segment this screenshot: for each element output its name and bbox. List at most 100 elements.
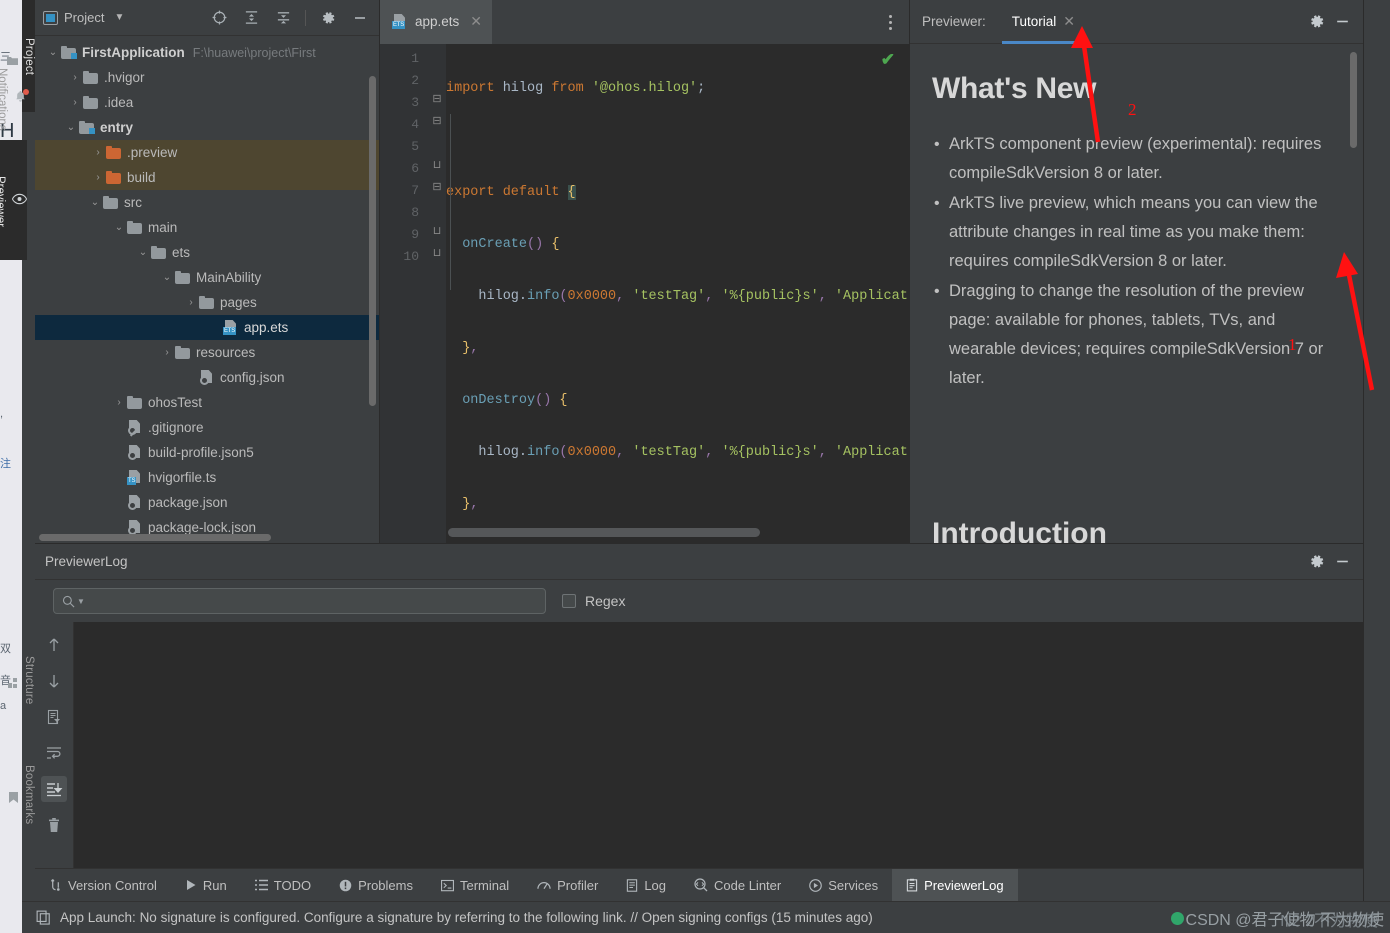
editor-tab-label: app.ets: [415, 14, 460, 29]
chevron-right-icon[interactable]: ›: [67, 72, 83, 83]
fold-marker-end-icon[interactable]: ⊔: [428, 154, 446, 176]
down-arrow-icon[interactable]: [41, 668, 67, 694]
code-folding-gutter[interactable]: ⊟ ⊟ ⊔ ⊟ ⊔ ⊔: [428, 44, 446, 543]
tree-node-ets[interactable]: ⌄ ets: [35, 240, 379, 265]
tab-profiler[interactable]: Profiler: [523, 869, 612, 902]
chevron-down-icon[interactable]: ⌄: [63, 122, 79, 133]
fold-placeholder: [428, 66, 446, 88]
tree-node-label: main: [148, 220, 178, 235]
tab-label: Version Control: [68, 877, 157, 893]
chevron-right-icon[interactable]: ›: [90, 172, 106, 183]
select-opened-file-icon[interactable]: [206, 5, 232, 31]
close-icon[interactable]: ✕: [470, 13, 482, 30]
line-number: 6: [411, 161, 419, 176]
project-tree-horizontal-scrollbar[interactable]: [39, 534, 271, 541]
tree-node-package-json[interactable]: package.json: [35, 490, 379, 515]
tab-version-control[interactable]: Version Control: [35, 869, 171, 902]
chevron-right-icon[interactable]: ›: [67, 97, 83, 108]
fold-marker-end-icon[interactable]: ⊔: [428, 242, 446, 264]
fold-marker-expanded-icon[interactable]: ⊟: [428, 110, 446, 132]
inspection-ok-check-icon[interactable]: ✔: [881, 50, 895, 70]
sidebar-item-bookmarks[interactable]: Bookmarks: [9, 740, 35, 850]
tree-node-hvigorfile-ts[interactable]: TS hvigorfile.ts: [35, 465, 379, 490]
tab-todo[interactable]: TODO: [241, 869, 325, 902]
tree-node-pages[interactable]: › pages: [35, 290, 379, 315]
search-input-wrapper[interactable]: ▼: [53, 588, 546, 614]
search-dropdown-icon[interactable]: ▼: [77, 597, 85, 606]
minimize-icon[interactable]: [347, 5, 373, 31]
minimize-icon[interactable]: [1329, 9, 1355, 35]
sidebar-item-previewer[interactable]: Previewer: [0, 140, 28, 260]
regex-checkbox[interactable]: [562, 594, 576, 608]
tutorial-content[interactable]: What's New ArkTS component preview (expe…: [910, 44, 1363, 543]
tab-tutorial[interactable]: Tutorial ✕: [1001, 0, 1086, 44]
gear-icon[interactable]: [315, 5, 341, 31]
tree-node-idea[interactable]: › .idea: [35, 90, 379, 115]
tree-node-firstapplication[interactable]: ⌄ FirstApplication F:\huawei\project\Fir…: [35, 40, 379, 65]
chevron-down-icon[interactable]: ⌄: [45, 47, 61, 58]
tree-node-build-profile[interactable]: build-profile.json5: [35, 440, 379, 465]
minimize-icon[interactable]: [1329, 549, 1355, 575]
tree-node-gitignore[interactable]: .gitignore: [35, 415, 379, 440]
collapse-all-icon[interactable]: [270, 5, 296, 31]
editor-tab-app-ets[interactable]: ETS app.ets ✕: [380, 0, 493, 44]
trash-icon[interactable]: [41, 812, 67, 838]
more-options-icon[interactable]: [881, 12, 899, 32]
search-input[interactable]: [89, 593, 537, 609]
tree-node-src[interactable]: ⌄ src: [35, 190, 379, 215]
chevron-right-icon[interactable]: ›: [183, 297, 199, 308]
tree-node-app-ets[interactable]: ETS app.ets: [35, 315, 379, 340]
expand-all-icon[interactable]: [238, 5, 264, 31]
log-output-area[interactable]: [73, 622, 1363, 868]
chevron-right-icon[interactable]: ›: [111, 397, 127, 408]
tab-run[interactable]: Run: [171, 869, 241, 902]
tree-node-preview[interactable]: › .preview: [35, 140, 379, 165]
chevron-down-icon[interactable]: ▼: [114, 12, 124, 23]
tree-node-label: resources: [196, 345, 256, 360]
print-filter-icon[interactable]: [41, 704, 67, 730]
tree-node-ohostest[interactable]: › ohosTest: [35, 390, 379, 415]
tab-services[interactable]: Services: [795, 869, 892, 902]
project-panel-title: Project: [64, 10, 105, 25]
tutorial-vertical-scrollbar[interactable]: [1350, 52, 1357, 148]
tree-node-resources[interactable]: › resources: [35, 340, 379, 365]
tab-code-linter[interactable]: Code Linter: [680, 869, 795, 902]
copy-icon[interactable]: [36, 910, 51, 925]
line-number: 10: [403, 249, 419, 264]
tree-node-build[interactable]: › build: [35, 165, 379, 190]
project-tree-vertical-scrollbar[interactable]: [369, 76, 376, 406]
chevron-down-icon[interactable]: ⌄: [135, 247, 151, 258]
tab-log[interactable]: Log: [612, 869, 680, 902]
fold-marker-end-icon[interactable]: ⊔: [428, 220, 446, 242]
gear-icon[interactable]: [1303, 9, 1329, 35]
regex-checkbox-row[interactable]: Regex: [562, 593, 625, 609]
code-text[interactable]: import hilog from '@ohos.hilog'; export …: [446, 48, 909, 543]
services-icon: [809, 878, 823, 892]
code-editor[interactable]: 1 2 3 4 5 6 7 8 9 10 ⊟ ⊟ ⊔ ⊟ ⊔ ⊔ import …: [380, 44, 909, 543]
close-icon[interactable]: ✕: [1063, 13, 1075, 30]
fold-marker-expanded-icon[interactable]: ⊟: [428, 88, 446, 110]
tree-node-main[interactable]: ⌄ main: [35, 215, 379, 240]
tab-terminal[interactable]: Terminal: [427, 869, 523, 902]
sidebar-item-label: Notifications: [0, 67, 8, 131]
scroll-to-end-icon[interactable]: [41, 776, 67, 802]
tree-node-config-json[interactable]: config.json: [35, 365, 379, 390]
soft-wrap-icon[interactable]: [41, 740, 67, 766]
chevron-right-icon[interactable]: ›: [159, 347, 175, 358]
up-arrow-icon[interactable]: [41, 632, 67, 658]
tab-problems[interactable]: Problems: [325, 869, 427, 902]
sidebar-item-structure[interactable]: Structure: [8, 630, 35, 730]
chevron-right-icon[interactable]: ›: [90, 147, 106, 158]
chevron-down-icon[interactable]: ⌄: [111, 222, 127, 233]
chevron-down-icon[interactable]: ⌄: [159, 272, 175, 283]
fringe-line: 注: [0, 458, 11, 470]
fold-marker-expanded-icon[interactable]: ⊟: [428, 176, 446, 198]
editor-horizontal-scrollbar[interactable]: [448, 528, 760, 537]
tree-node-mainability[interactable]: ⌄ MainAbility: [35, 265, 379, 290]
tree-node-entry[interactable]: ⌄ entry: [35, 115, 379, 140]
project-tree[interactable]: ⌄ FirstApplication F:\huawei\project\Fir…: [35, 36, 379, 543]
tree-node-hvigor[interactable]: › .hvigor: [35, 65, 379, 90]
tab-previewer-log[interactable]: PreviewerLog: [892, 868, 1018, 902]
gear-icon[interactable]: [1303, 549, 1329, 575]
chevron-down-icon[interactable]: ⌄: [87, 197, 103, 208]
